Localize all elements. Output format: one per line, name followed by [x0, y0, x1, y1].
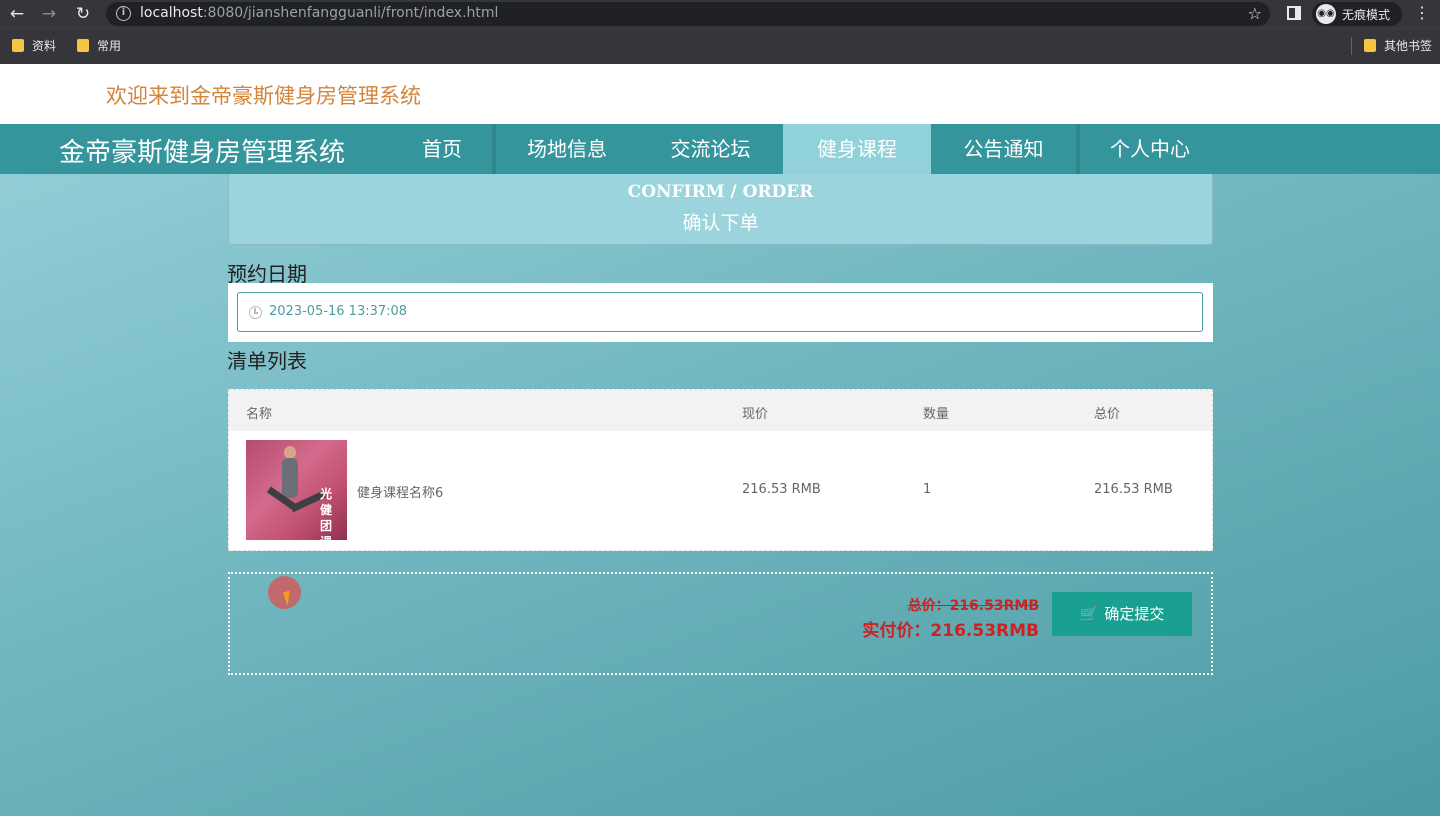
- bookmarks-bar: 资料 常用 其他书签: [0, 28, 1440, 64]
- welcome-text: 欢迎来到金帝豪斯健身房管理系统: [106, 84, 421, 108]
- order-summary: 总价：216.53RMB 实付价：216.53RMB 🛒 确定提交: [228, 572, 1213, 675]
- booking-date-input[interactable]: 2023-05-16 13:37:08: [237, 292, 1203, 332]
- header-quantity: 数量: [923, 407, 950, 422]
- browser-menu-icon[interactable]: ⋮: [1414, 3, 1430, 22]
- incognito-label: 无痕模式: [1342, 8, 1391, 22]
- browser-toolbar: ← → ↻ i localhost:8080/jianshenfangguanl…: [0, 0, 1440, 28]
- nav-venue-info[interactable]: 场地信息: [496, 124, 638, 174]
- thumbnail-text: 光 健 团 课 重 磅: [320, 487, 333, 540]
- reload-icon[interactable]: ↻: [72, 3, 94, 25]
- booking-date-value: 2023-05-16 13:37:08: [269, 304, 408, 319]
- bookmark-folder-changyong[interactable]: 常用: [77, 37, 121, 55]
- site-welcome-bar: 欢迎来到金帝豪斯健身房管理系统: [0, 64, 1440, 124]
- header-total: 总价: [1094, 407, 1121, 422]
- clock-icon: [249, 306, 262, 319]
- cart-icon: 🛒: [1079, 605, 1099, 623]
- address-bar[interactable]: i localhost:8080/jianshenfangguanli/fron…: [106, 2, 1270, 26]
- main-navigation: 金帝豪斯健身房管理系统 首页 场地信息 交流论坛 健身课程 公告通知 个人中心: [0, 124, 1440, 174]
- site-brand: 金帝豪斯健身房管理系统: [59, 138, 346, 168]
- confirm-title-en: CONFIRM / ORDER: [627, 182, 814, 202]
- course-quantity: 1: [923, 482, 932, 497]
- actual-payment: 实付价：216.53RMB: [862, 621, 1039, 641]
- course-thumbnail[interactable]: 光 健 团 课 重 磅: [246, 440, 347, 540]
- incognito-icon: ◉◉: [1316, 4, 1336, 24]
- url-path: :8080/jianshenfangguanli/front/index.htm…: [202, 5, 499, 21]
- course-total: 216.53 RMB: [1094, 482, 1173, 497]
- header-price: 现价: [742, 407, 769, 422]
- original-total: 总价：216.53RMB: [907, 598, 1039, 614]
- folder-icon: [12, 39, 24, 52]
- bookmark-label: 常用: [97, 39, 122, 53]
- back-arrow-icon[interactable]: ←: [6, 3, 28, 25]
- bookmarks-divider: [1351, 37, 1352, 55]
- nav-forum[interactable]: 交流论坛: [638, 124, 783, 174]
- header-name: 名称: [246, 407, 273, 422]
- order-list-table: 名称 现价 数量 总价 光 健 团 课 重 磅 健身课程名称6 216.53 R…: [228, 389, 1213, 551]
- nav-announcements[interactable]: 公告通知: [931, 124, 1076, 174]
- course-price: 216.53 RMB: [742, 482, 821, 497]
- table-header: 名称 现价 数量 总价: [229, 390, 1212, 431]
- site-info-icon[interactable]: i: [116, 6, 131, 21]
- url-text[interactable]: localhost:8080/jianshenfangguanli/front/…: [140, 5, 498, 21]
- confirm-submit-button[interactable]: 🛒 确定提交: [1052, 592, 1192, 636]
- incognito-badge[interactable]: ◉◉ 无痕模式: [1312, 2, 1402, 26]
- confirm-order-header: CONFIRM / ORDER 确认下单: [228, 174, 1213, 245]
- nav-home[interactable]: 首页: [392, 124, 492, 174]
- folder-icon: [1364, 39, 1376, 52]
- booking-date-container: 2023-05-16 13:37:08: [228, 283, 1213, 342]
- bookmark-star-icon[interactable]: ☆: [1248, 4, 1262, 23]
- url-host: localhost: [140, 5, 203, 21]
- confirm-title-cn: 确认下单: [682, 212, 759, 234]
- side-panel-icon[interactable]: [1287, 6, 1301, 20]
- folder-icon: [77, 39, 89, 52]
- other-bookmarks[interactable]: 其他书签: [1364, 37, 1432, 55]
- course-name: 健身课程名称6: [357, 486, 444, 501]
- submit-label: 确定提交: [1104, 605, 1165, 623]
- forward-arrow-icon[interactable]: →: [38, 3, 60, 25]
- thumbnail-figure-body: [282, 458, 298, 498]
- bookmark-label: 资料: [32, 39, 57, 53]
- other-bookmarks-label: 其他书签: [1384, 39, 1433, 53]
- nav-personal-center[interactable]: 个人中心: [1080, 124, 1220, 174]
- nav-fitness-courses[interactable]: 健身课程: [783, 124, 931, 174]
- bookmark-folder-ziliao[interactable]: 资料: [12, 37, 56, 55]
- order-list-title: 清单列表: [227, 349, 307, 373]
